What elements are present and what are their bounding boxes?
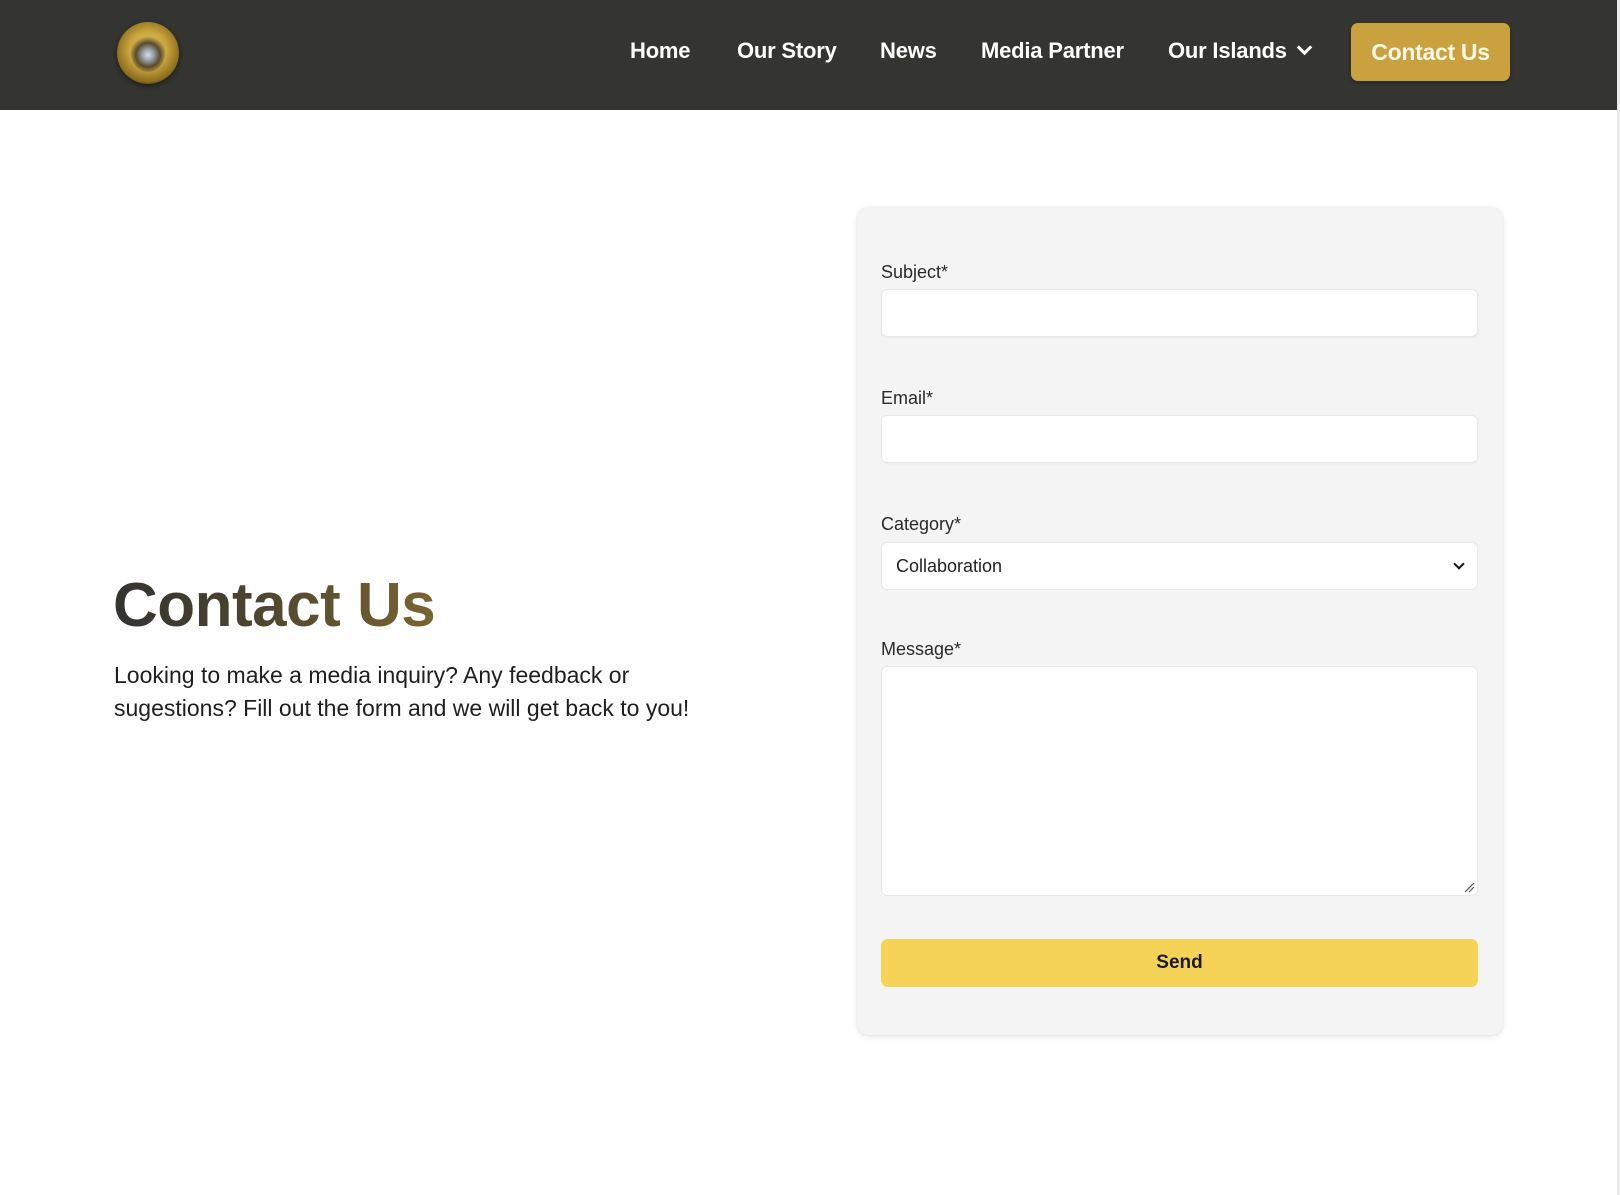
category-label: Category* (881, 514, 962, 534)
category-select[interactable]: Collaboration (881, 542, 1478, 590)
category-selected-value: Collaboration (896, 555, 1003, 576)
crest-logo-icon[interactable] (117, 22, 179, 84)
subject-label: Subject* (881, 262, 949, 282)
message-label: Message* (881, 639, 962, 659)
message-textarea[interactable] (881, 666, 1478, 896)
site-header: Home Our Story News Media Partner Our Is… (0, 0, 1617, 110)
contact-form: Subject* Email* Category* Collaboration … (857, 207, 1503, 1035)
contact-us-button[interactable]: Contact Us (1351, 23, 1510, 81)
nav-link-news[interactable]: News (880, 38, 937, 64)
nav-link-our-islands-label: Our Islands (1168, 38, 1287, 63)
email-label: Email* (881, 388, 934, 408)
chevron-down-icon (1453, 558, 1465, 570)
email-input[interactable] (881, 415, 1478, 463)
intro-description: Looking to make a media inquiry? Any fee… (114, 662, 690, 721)
nav-link-home[interactable]: Home (630, 38, 691, 64)
chevron-down-icon (1296, 39, 1313, 56)
page-title: Contact Us (113, 571, 436, 640)
send-button[interactable]: Send (881, 939, 1478, 987)
nav-link-our-islands[interactable]: Our Islands (1168, 38, 1313, 64)
crest-emblem-icon (131, 34, 165, 72)
nav-link-media-partner[interactable]: Media Partner (981, 38, 1124, 64)
subject-input[interactable] (881, 289, 1478, 337)
nav-link-our-story[interactable]: Our Story (737, 38, 837, 64)
resize-handle-icon[interactable] (1463, 881, 1475, 893)
